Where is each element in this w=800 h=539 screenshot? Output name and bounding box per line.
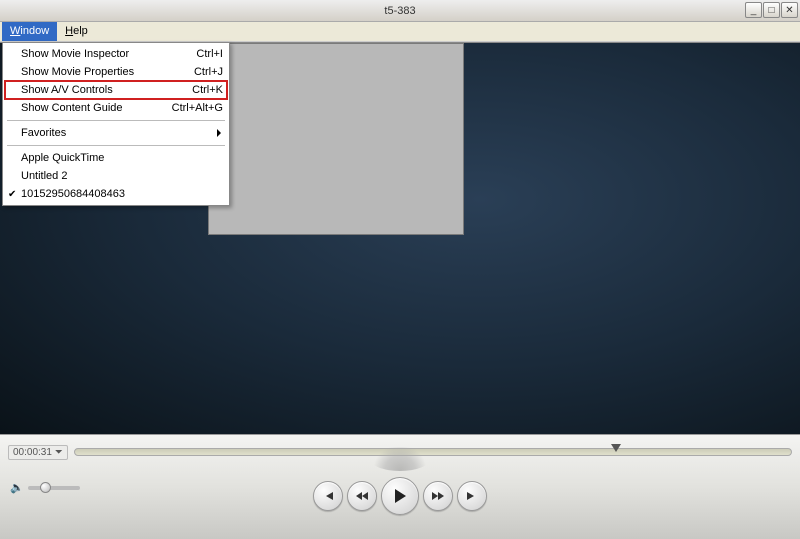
skip-back-icon: [322, 490, 334, 502]
speaker-icon: 🔈: [10, 481, 24, 494]
volume-knob[interactable]: [40, 482, 51, 493]
next-button[interactable]: [457, 481, 487, 511]
submenu-arrow-icon: [217, 129, 221, 137]
menu-item-shortcut: Ctrl+K: [184, 84, 223, 96]
menu-item-shortcut: Ctrl+J: [186, 66, 223, 78]
menu-item-label: Apple QuickTime: [21, 152, 223, 164]
player-controls: 00:00:31 ⏷ 🔈: [0, 434, 800, 539]
seek-track[interactable]: [74, 448, 792, 456]
menu-help[interactable]: Help: [57, 22, 96, 41]
menu-item-shortcut: Ctrl+I: [188, 48, 223, 60]
menu-show-inspector[interactable]: Show Movie Inspector Ctrl+I: [5, 45, 227, 63]
rewind-button[interactable]: [347, 481, 377, 511]
menu-item-label: Favorites: [21, 127, 223, 139]
menu-item-label: Show Content Guide: [21, 102, 164, 114]
close-icon: ✕: [785, 5, 793, 16]
minimize-icon: _: [751, 5, 757, 16]
menu-show-properties[interactable]: Show Movie Properties Ctrl+J: [5, 63, 227, 81]
decorative-knob: [370, 447, 430, 471]
window-menu-dropdown: Show Movie Inspector Ctrl+I Show Movie P…: [2, 42, 230, 206]
check-icon: ✔: [8, 189, 16, 200]
play-icon: [393, 488, 407, 504]
menubar: Window Help: [0, 22, 800, 42]
maximize-icon: □: [768, 5, 774, 16]
forward-button[interactable]: [423, 481, 453, 511]
menu-item-label: 10152950684408463: [21, 188, 223, 200]
close-button[interactable]: ✕: [781, 2, 798, 18]
menu-item-shortcut: Ctrl+Alt+G: [164, 102, 223, 114]
menu-show-content-guide[interactable]: Show Content Guide Ctrl+Alt+G: [5, 99, 227, 117]
menu-separator: [7, 120, 225, 121]
volume-slider[interactable]: [28, 486, 80, 490]
seek-playhead-icon[interactable]: [611, 444, 621, 452]
menu-item-label: Show Movie Properties: [21, 66, 186, 78]
video-placeholder: [208, 43, 464, 235]
titlebar-buttons: _ □ ✕: [745, 2, 798, 18]
menu-favorites[interactable]: Favorites: [5, 124, 227, 142]
menu-window-untitled-2[interactable]: Untitled 2: [5, 167, 227, 185]
menu-separator: [7, 145, 225, 146]
menu-window-current[interactable]: ✔ 10152950684408463: [5, 185, 227, 203]
menu-window[interactable]: Window: [2, 22, 57, 41]
minimize-button[interactable]: _: [745, 2, 762, 18]
menu-item-label: Untitled 2: [21, 170, 223, 182]
menu-show-av-controls[interactable]: Show A/V Controls Ctrl+K: [5, 81, 227, 99]
volume-control: 🔈: [10, 481, 80, 494]
prev-button[interactable]: [313, 481, 343, 511]
rewind-icon: [355, 490, 369, 502]
transport-row: 🔈: [0, 463, 800, 523]
window-title: t5-383: [384, 5, 415, 17]
play-button[interactable]: [381, 477, 419, 515]
maximize-button[interactable]: □: [763, 2, 780, 18]
menu-item-label: Show A/V Controls: [21, 84, 184, 96]
menu-item-label: Show Movie Inspector: [21, 48, 188, 60]
fast-forward-icon: [431, 490, 445, 502]
skip-forward-icon: [466, 490, 478, 502]
titlebar: t5-383 _ □ ✕: [0, 0, 800, 22]
menu-window-apple-quicktime[interactable]: Apple QuickTime: [5, 149, 227, 167]
time-display: 00:00:31 ⏷: [8, 445, 68, 460]
